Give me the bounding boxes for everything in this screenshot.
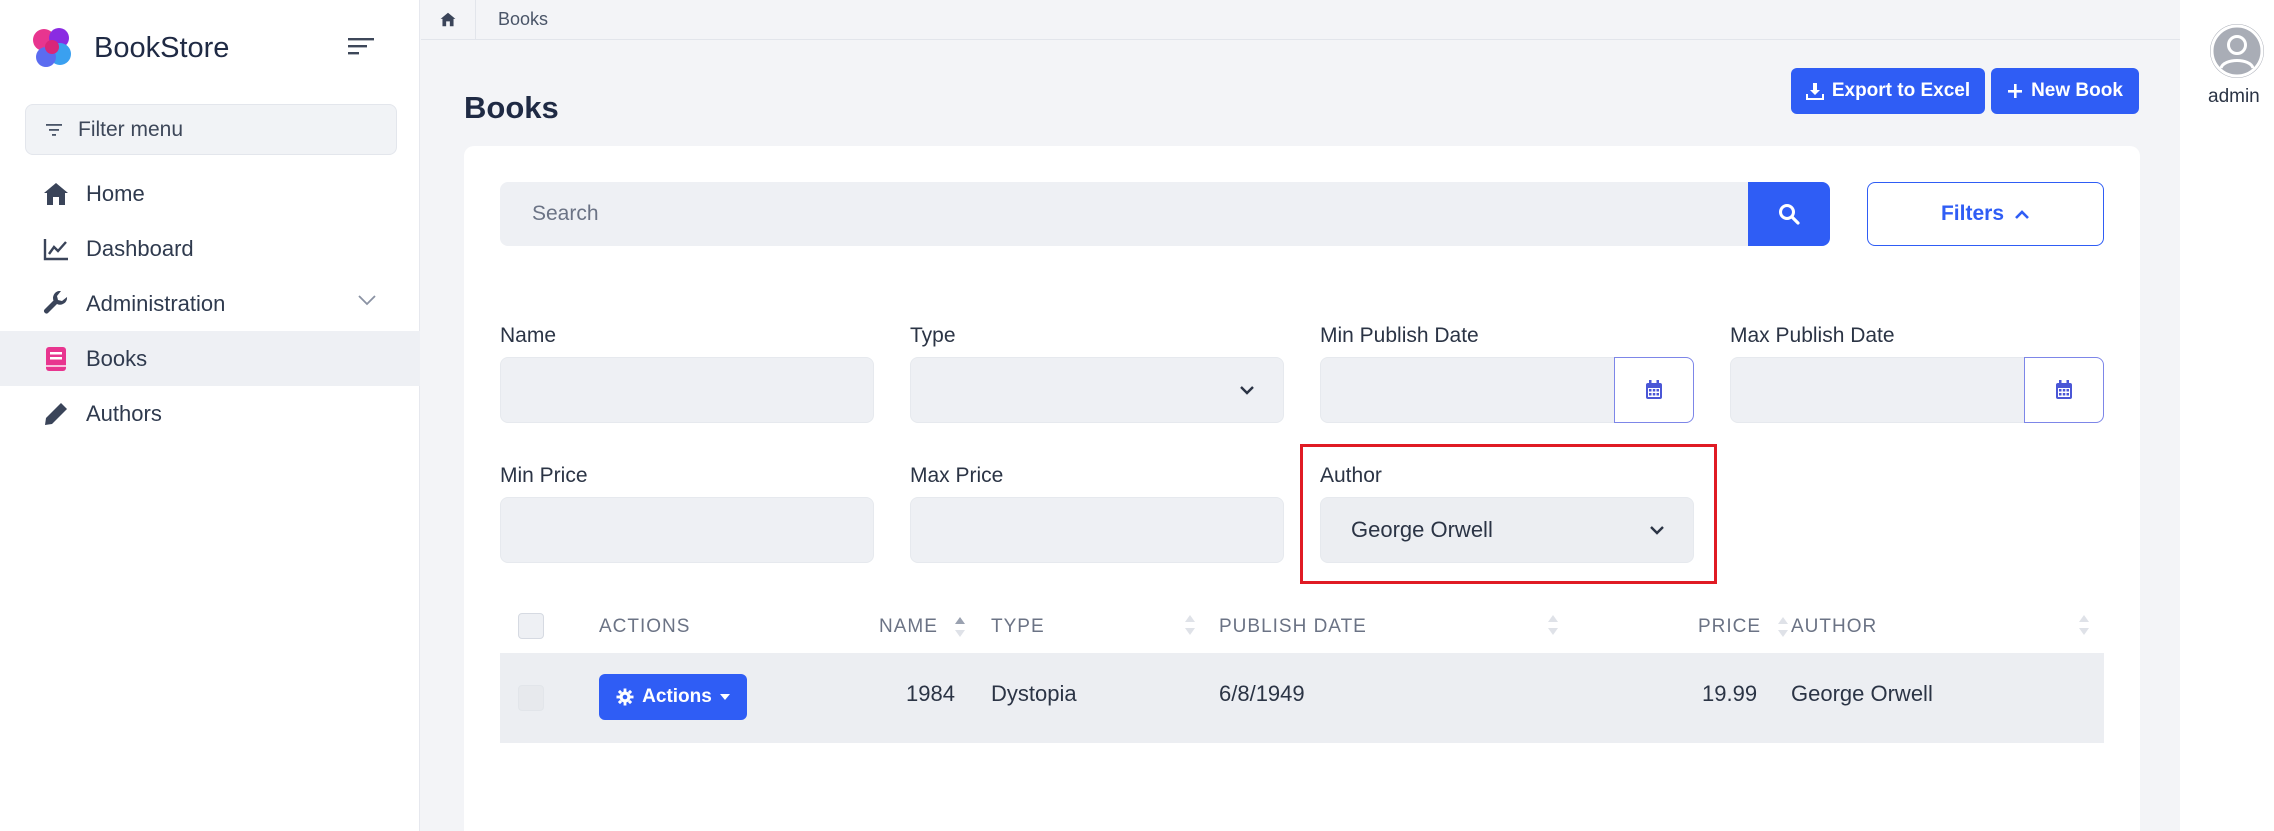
min-publish-date-label: Min Publish Date: [1320, 324, 1479, 347]
search-placeholder: Search: [532, 202, 599, 225]
sort-ascending-icon: [955, 617, 966, 637]
sidebar-item-books[interactable]: Books: [0, 331, 420, 386]
filter-menu-placeholder: Filter menu: [78, 117, 184, 141]
sidebar-item-label: Dashboard: [86, 235, 194, 261]
author-label: Author: [1320, 464, 1382, 487]
pencil-icon: [42, 400, 70, 428]
sort-icon[interactable]: [1547, 614, 1559, 636]
column-header-type[interactable]: TYPE: [991, 616, 1045, 638]
user-name: admin: [2208, 86, 2260, 107]
sidebar-item-label: Authors: [86, 400, 162, 426]
breadcrumb: Books: [421, 0, 2181, 40]
min-date-calendar-button[interactable]: [1614, 357, 1694, 423]
column-header-label: TYPE: [991, 616, 1045, 637]
cell-author: George Orwell: [1791, 681, 1933, 706]
min-price-field[interactable]: [500, 497, 874, 563]
chevron-up-icon: [2015, 209, 2029, 219]
calendar-icon: [1646, 380, 1662, 399]
min-publish-date-field[interactable]: [1320, 357, 1620, 423]
sidebar-toggle-icon[interactable]: [348, 36, 374, 56]
column-header-author[interactable]: AUTHOR: [1791, 616, 1877, 638]
actions-label: Actions: [642, 686, 712, 707]
plus-icon: [2008, 84, 2023, 98]
sidebar-item-authors[interactable]: Authors: [0, 386, 420, 441]
user-icon: [2210, 24, 2264, 78]
column-header-label: NAME: [879, 616, 938, 638]
max-price-label: Max Price: [910, 464, 1004, 487]
brand-name: BookStore: [94, 31, 230, 64]
sidebar-item-label: Administration: [86, 290, 226, 316]
column-header-name[interactable]: NAME: [879, 616, 966, 638]
main-content: Books Books Export to Excel New Book Sea…: [421, 0, 2181, 831]
brand[interactable]: BookStore: [28, 24, 229, 72]
breadcrumb-home-icon[interactable]: [421, 0, 476, 40]
filters-toggle-button[interactable]: Filters: [1867, 182, 2104, 246]
books-card: Search Filters Name Type Min Publish Dat…: [464, 146, 2140, 831]
caret-down-icon: [719, 694, 730, 700]
export-to-excel-button[interactable]: Export to Excel: [1791, 68, 1985, 114]
max-publish-date-label: Max Publish Date: [1730, 324, 1895, 347]
cell-type: Dystopia: [991, 681, 1077, 706]
column-header-price[interactable]: PRICE: [1698, 616, 1789, 638]
search-icon: [1779, 204, 1800, 225]
sort-icon[interactable]: [1184, 614, 1196, 636]
new-book-button[interactable]: New Book: [1991, 68, 2139, 114]
chevron-down-icon: [1650, 526, 1664, 535]
row-actions-button[interactable]: Actions: [599, 674, 747, 720]
sidebar-item-label: Books: [86, 345, 148, 371]
wrench-icon: [42, 290, 70, 318]
type-label: Type: [910, 324, 956, 347]
author-select[interactable]: George Orwell: [1320, 497, 1694, 563]
column-header-label: AUTHOR: [1791, 616, 1878, 637]
select-all-checkbox[interactable]: [518, 613, 544, 639]
sidebar: BookStore Filter menu Home Dashboard Adm…: [0, 0, 420, 831]
column-header-publish-date[interactable]: PUBLISH DATE: [1219, 616, 1367, 638]
filters-label: Filters: [1940, 202, 2005, 225]
sidebar-item-home[interactable]: Home: [0, 166, 420, 221]
chevron-down-icon[interactable]: [358, 294, 376, 306]
author-value: George Orwell: [1351, 517, 1493, 542]
chart-line-icon: [42, 235, 70, 263]
filter-menu-input[interactable]: Filter menu: [25, 104, 397, 155]
cell-name: 1984: [906, 681, 955, 706]
sidebar-item-administration[interactable]: Administration: [0, 276, 420, 331]
row-checkbox[interactable]: [518, 685, 544, 711]
gear-icon: [616, 688, 634, 706]
max-date-calendar-button[interactable]: [2024, 357, 2104, 423]
name-label: Name: [500, 324, 557, 347]
column-header-label: PUBLISH DATE: [1219, 616, 1367, 637]
export-label: Export to Excel: [1831, 80, 1971, 101]
home-icon: [42, 180, 70, 208]
type-select[interactable]: [910, 357, 1284, 423]
sidebar-item-label: Home: [86, 180, 145, 206]
max-price-field[interactable]: [910, 497, 1284, 563]
column-header-actions: ACTIONS: [599, 616, 691, 637]
avatar[interactable]: [2210, 24, 2264, 78]
page-title: Books: [464, 90, 559, 125]
column-header-label: PRICE: [1698, 616, 1762, 638]
sort-icon[interactable]: [2078, 614, 2090, 636]
search-button[interactable]: [1748, 182, 1830, 246]
bookstore-logo-icon: [33, 28, 71, 67]
download-icon: [1805, 83, 1824, 100]
max-publish-date-field[interactable]: [1730, 357, 2030, 423]
sidebar-item-dashboard[interactable]: Dashboard: [0, 221, 420, 276]
breadcrumb-current: Books: [498, 9, 549, 29]
search-input[interactable]: Search: [500, 182, 1748, 246]
filter-icon: [46, 123, 62, 136]
new-book-label: New Book: [2031, 80, 2123, 101]
cell-price: 19.99: [1702, 681, 1758, 706]
sidebar-nav: Home Dashboard Administration Books Auth…: [0, 166, 420, 441]
user-panel: admin: [2180, 0, 2274, 831]
book-icon: [42, 345, 70, 373]
sort-icon: [1778, 617, 1789, 637]
min-price-label: Min Price: [500, 464, 588, 487]
calendar-icon: [2056, 380, 2072, 399]
cell-publish-date: 6/8/1949: [1219, 681, 1305, 706]
name-field[interactable]: [500, 357, 874, 423]
chevron-down-icon: [1240, 386, 1254, 395]
